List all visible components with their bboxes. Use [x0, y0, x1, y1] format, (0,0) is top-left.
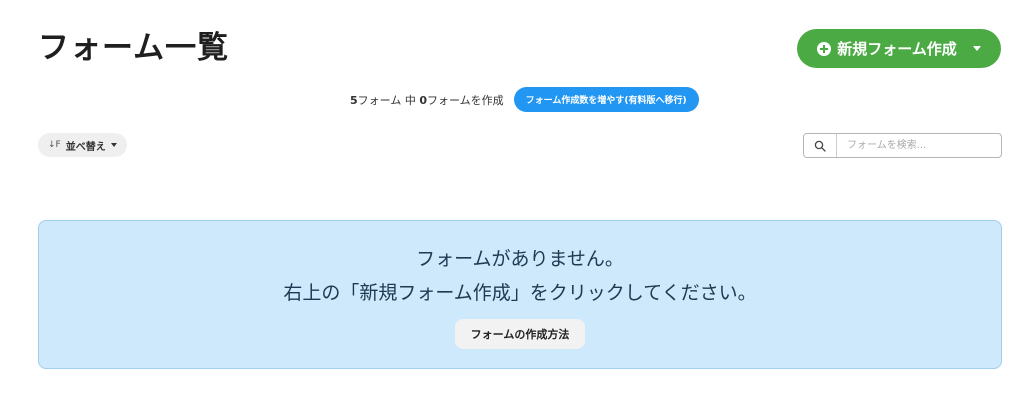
form-limit-suffix: フォーム 中: [357, 93, 420, 107]
upgrade-button[interactable]: フォーム作成数を増やす(有料版へ移行): [513, 87, 699, 112]
form-limit-count: 5: [350, 93, 358, 107]
empty-state-instruction: 右上の「新規フォーム作成」をクリックしてください。: [283, 282, 757, 304]
usage-row: 5フォーム 中 0フォームを作成 フォーム作成数を増やす(有料版へ移行): [350, 87, 699, 112]
search-icon[interactable]: [804, 134, 837, 157]
forms-created-count: 0: [419, 93, 427, 107]
search-box: [803, 133, 1002, 158]
sort-label: 並べ替え: [65, 141, 106, 153]
caret-down-icon: [972, 46, 981, 51]
forms-created-suffix: フォームを作成: [426, 93, 504, 107]
usage-text: 5フォーム 中 0フォームを作成: [350, 92, 504, 108]
empty-state-panel: フォームがありません。 右上の「新規フォーム作成」をクリックしてください。 フォ…: [38, 220, 1002, 369]
caret-down-icon: [110, 143, 117, 147]
howto-button[interactable]: フォームの作成方法: [454, 319, 586, 349]
plus-circle-icon: [817, 41, 832, 56]
new-form-button-label: 新規フォーム作成: [837, 40, 957, 58]
sort-button[interactable]: ↓F 並べ替え: [38, 133, 127, 157]
search-input[interactable]: [837, 134, 1001, 157]
page-title: フォーム一覧: [38, 30, 230, 66]
page: フォーム一覧 新規フォーム作成 5フォーム 中 0フォームを作成 フォーム作成数…: [0, 0, 1024, 395]
sort-icon: ↓F: [48, 140, 61, 150]
empty-state-message: フォームがありません。: [416, 248, 624, 270]
new-form-button[interactable]: 新規フォーム作成: [797, 29, 1001, 68]
